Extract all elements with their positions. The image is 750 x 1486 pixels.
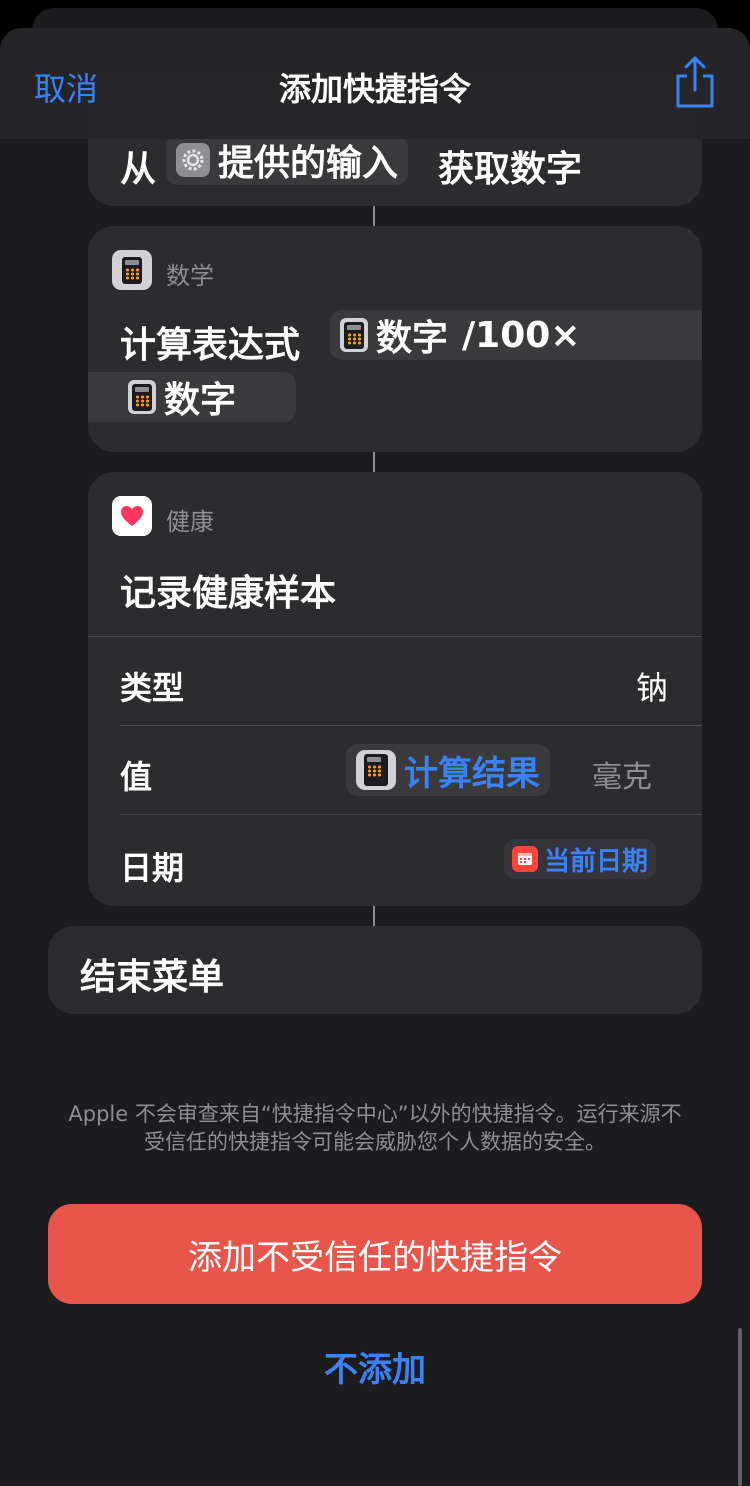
- calculator-icon: [356, 750, 396, 790]
- get-numbers-prefix: 从: [120, 149, 157, 190]
- dont-add-button[interactable]: 不添加: [0, 1342, 750, 1391]
- value-unit[interactable]: 毫克: [592, 752, 652, 796]
- shortcut-actions-list: 从 提供的输入 获取数字 数学 计算表达式 数字 /100× 数字 健康 记录健…: [0, 28, 750, 1486]
- add-untrusted-shortcut-button[interactable]: 添加不受信任的快捷指令: [48, 1204, 702, 1304]
- connector-line: [373, 906, 375, 926]
- add-shortcut-sheet: 从 提供的输入 获取数字 数学 计算表达式 数字 /100× 数字 健康 记录健…: [0, 28, 750, 1486]
- action-log-health-sample[interactable]: 健康 记录健康样本 类型 钠 值 计算结果 毫克 日期 当前日期: [88, 472, 702, 906]
- action-calculate-expression[interactable]: 数学 计算表达式 数字 /100× 数字: [88, 226, 702, 452]
- provided-input-chip[interactable]: 提供的输入: [166, 135, 409, 185]
- connector-line: [373, 206, 375, 226]
- type-label: 类型: [120, 669, 185, 707]
- current-date-label: 当前日期: [544, 846, 649, 877]
- number-variable-chip[interactable]: 数字 /100×: [330, 310, 702, 360]
- sheet-navigation-bar: 取消 添加快捷指令: [0, 28, 750, 139]
- health-app-label: 健康: [166, 508, 214, 536]
- calculate-prefix: 计算表达式: [120, 325, 301, 366]
- number-variable-label: 数字: [376, 318, 449, 359]
- share-icon[interactable]: [672, 54, 718, 110]
- calculator-icon: [128, 380, 156, 414]
- gear-icon: [176, 143, 210, 177]
- date-row[interactable]: 日期 当前日期: [88, 815, 702, 906]
- value-row[interactable]: 值 计算结果 毫克: [88, 726, 702, 814]
- get-numbers-suffix: 获取数字: [438, 149, 583, 190]
- heart-icon: [121, 506, 143, 526]
- value-label: 值: [120, 758, 153, 796]
- expression-operator: /100×: [462, 314, 581, 356]
- health-app-icon: [112, 496, 152, 536]
- calculation-result-label: 计算结果: [404, 753, 540, 794]
- end-menu-label: 结束菜单: [80, 957, 225, 998]
- action-end-menu[interactable]: 结束菜单: [48, 926, 702, 1014]
- current-date-chip[interactable]: 当前日期: [504, 839, 657, 879]
- sheet-title: 添加快捷指令: [278, 70, 471, 108]
- health-action-title: 记录健康样本: [120, 573, 337, 614]
- date-label: 日期: [120, 849, 185, 887]
- type-row[interactable]: 类型 钠: [88, 637, 702, 725]
- calculator-icon: [340, 318, 368, 352]
- provided-input-label: 提供的输入: [218, 143, 399, 184]
- connector-line: [373, 452, 375, 472]
- calculator-app-icon: [112, 250, 152, 290]
- disclaimer-line-2: 受信任的快捷指令可能会威胁您个人数据的安全。: [144, 1130, 606, 1154]
- disclaimer-line-1: Apple 不会审查来自“快捷指令中心”以外的快捷指令。运行来源不: [68, 1102, 682, 1126]
- math-app-label: 数学: [166, 262, 214, 290]
- type-value: 钠: [635, 669, 668, 707]
- scrollbar[interactable]: [738, 1328, 742, 1486]
- calendar-icon: [512, 846, 538, 872]
- security-disclaimer: Apple 不会审查来自“快捷指令中心”以外的快捷指令。运行来源不 受信任的快捷…: [48, 1100, 702, 1156]
- number-variable-chip-2[interactable]: 数字: [88, 372, 296, 422]
- calculation-result-chip[interactable]: 计算结果: [346, 744, 550, 796]
- number-variable-label-2: 数字: [164, 380, 237, 421]
